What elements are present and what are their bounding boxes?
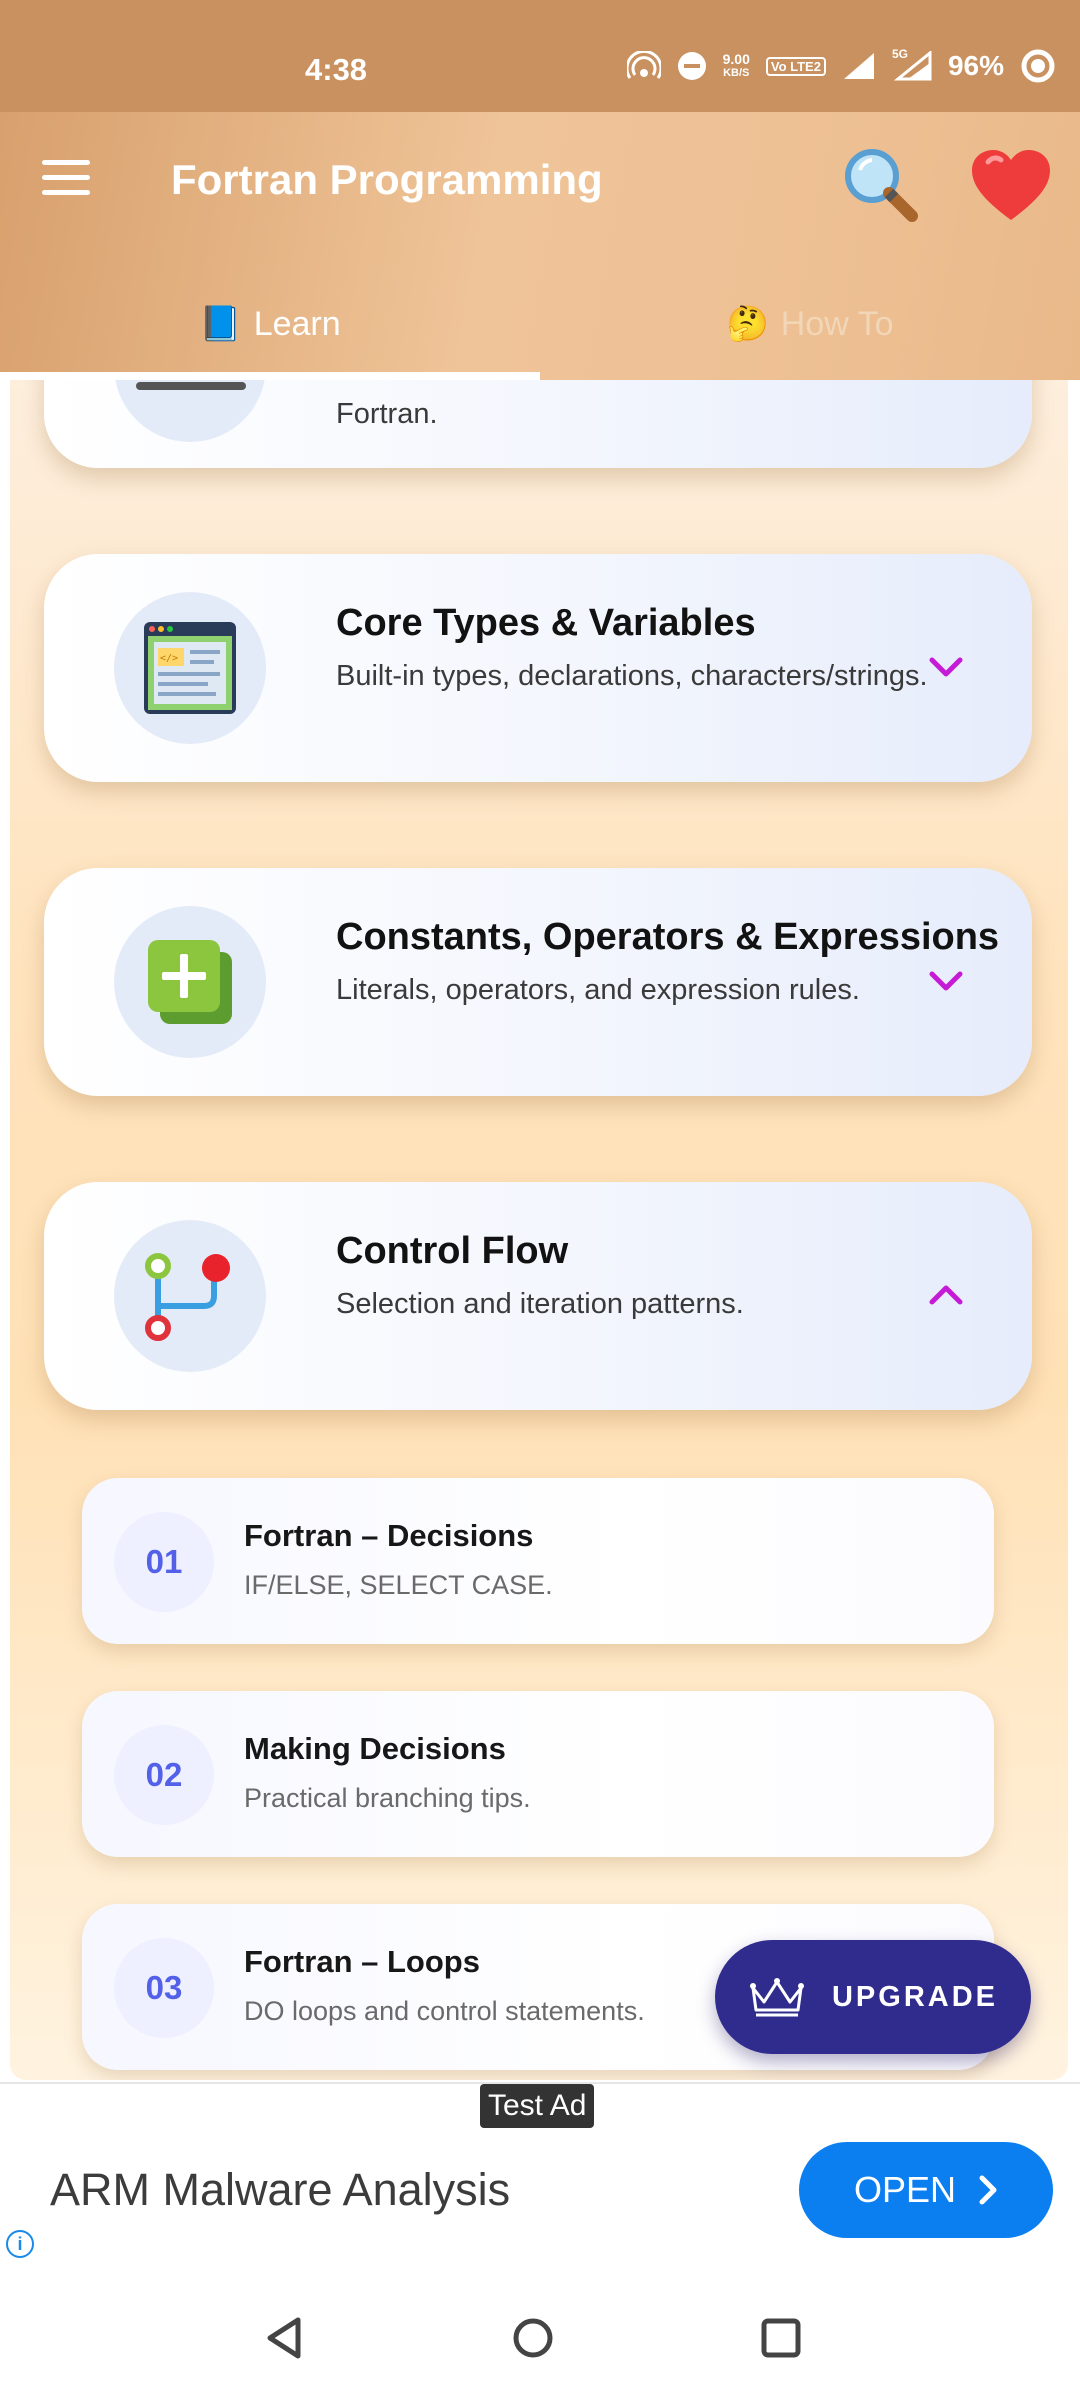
lesson-desc: DO loops and control statements.: [244, 1996, 645, 2026]
upgrade-label: UPGRADE: [831, 1980, 998, 2013]
app-title: Fortran Programming: [171, 156, 603, 203]
thinking-face-icon: 🤔: [726, 305, 769, 343]
lesson-item[interactable]: 01 Fortran – Decisions IF/ELSE, SELECT C…: [82, 1478, 994, 1644]
home-icon[interactable]: [503, 2308, 563, 2368]
lesson-item[interactable]: 02 Making Decisions Practical branching …: [82, 1691, 994, 1857]
branch-flow-icon: [114, 1220, 266, 1372]
status-icons: 9.00 KB/S Vo LTE2 5G 96%: [626, 47, 1056, 84]
lesson-title: Fortran – Loops: [244, 1944, 480, 1979]
ad-info-icon[interactable]: i: [6, 2230, 34, 2258]
topic-card-core-types[interactable]: </> Core Types & Variables Built-in type…: [44, 554, 1032, 782]
system-nav-bar: [0, 2278, 1080, 2400]
topic-card-partial[interactable]: Fortran.: [44, 380, 1032, 468]
crown-icon: [749, 1978, 804, 2017]
chevron-right-icon: [979, 2175, 997, 2205]
topic-icon: [114, 380, 266, 442]
chevron-down-icon[interactable]: [924, 964, 968, 1000]
signal-icon: [843, 53, 874, 79]
chevron-up-icon[interactable]: [924, 1278, 968, 1314]
lesson-list[interactable]: Fortran. </> Core Types & Variables Buil…: [10, 380, 1068, 2080]
tab-indicator: [0, 372, 540, 380]
tab-how-to-label: How To: [780, 304, 894, 343]
topic-desc: Fortran.: [336, 398, 438, 430]
status-time: 4:38: [305, 52, 368, 87]
favorites-button[interactable]: [966, 140, 1056, 230]
lesson-title: Making Decisions: [244, 1731, 506, 1766]
search-button[interactable]: [836, 140, 926, 230]
topic-title: Constants, Operators & Expressions: [336, 916, 1000, 958]
topic-desc: Literals, operators, and expression rule…: [336, 974, 860, 1006]
topic-card-control-flow[interactable]: Control Flow Selection and iteration pat…: [44, 1182, 1032, 1410]
lesson-number: 03: [114, 1938, 214, 2038]
heart-icon: [972, 150, 1050, 220]
topic-desc: Selection and iteration patterns.: [336, 1288, 744, 1320]
net-speed: 9.00 KB/S: [722, 51, 750, 79]
chevron-down-icon[interactable]: [924, 650, 968, 686]
dnd-icon: [677, 52, 706, 80]
search-icon: [845, 149, 918, 222]
ad-open-label: OPEN: [853, 2169, 957, 2210]
topic-title: Core Types & Variables: [336, 602, 756, 644]
ad-tag: Test Ad: [480, 2084, 595, 2128]
hamburger-icon: [42, 160, 90, 165]
lesson-number: 02: [114, 1725, 214, 1825]
ad-banner[interactable]: Test Ad ARM Malware Analysis OPEN i: [0, 2082, 1080, 2278]
topic-card-constants-operators[interactable]: Constants, Operators & Expressions Liter…: [44, 868, 1032, 1096]
topic-desc: Built-in types, declarations, characters…: [336, 660, 928, 692]
signal-5g-icon: 5G: [892, 47, 932, 81]
code-window-icon: </>: [114, 592, 266, 744]
volte-badge: Vo LTE2: [765, 56, 826, 76]
battery-percent: 96%: [947, 50, 1004, 81]
status-bar: 4:38 9.00 KB/S Vo LTE2 5G 96%: [0, 0, 1080, 112]
tab-learn[interactable]: 📘 Learn: [0, 268, 540, 380]
ad-open-button[interactable]: OPEN: [799, 2142, 1053, 2238]
tab-how-to[interactable]: 🤔 How To: [540, 268, 1080, 380]
topic-title: Control Flow: [336, 1230, 569, 1272]
book-icon: 📘: [199, 305, 242, 343]
menu-button[interactable]: [42, 160, 90, 200]
hotspot-icon: [626, 51, 661, 79]
recents-icon[interactable]: [751, 2308, 811, 2368]
lesson-number: 01: [114, 1512, 214, 1612]
upgrade-button[interactable]: UPGRADE: [715, 1940, 1031, 2054]
svg-text:</>: </>: [160, 653, 178, 664]
back-icon[interactable]: [256, 2308, 316, 2368]
lesson-desc: IF/ELSE, SELECT CASE.: [244, 1570, 553, 1600]
tab-learn-label: Learn: [253, 304, 341, 343]
app-bar: Fortran Programming 📘 Learn 🤔 How To: [0, 112, 1080, 380]
lesson-title: Fortran – Decisions: [244, 1518, 534, 1553]
battery-icon: [1021, 49, 1055, 83]
plus-squares-icon: [114, 906, 266, 1058]
lesson-desc: Practical branching tips.: [244, 1783, 531, 1813]
ad-title[interactable]: ARM Malware Analysis: [50, 2164, 510, 2216]
